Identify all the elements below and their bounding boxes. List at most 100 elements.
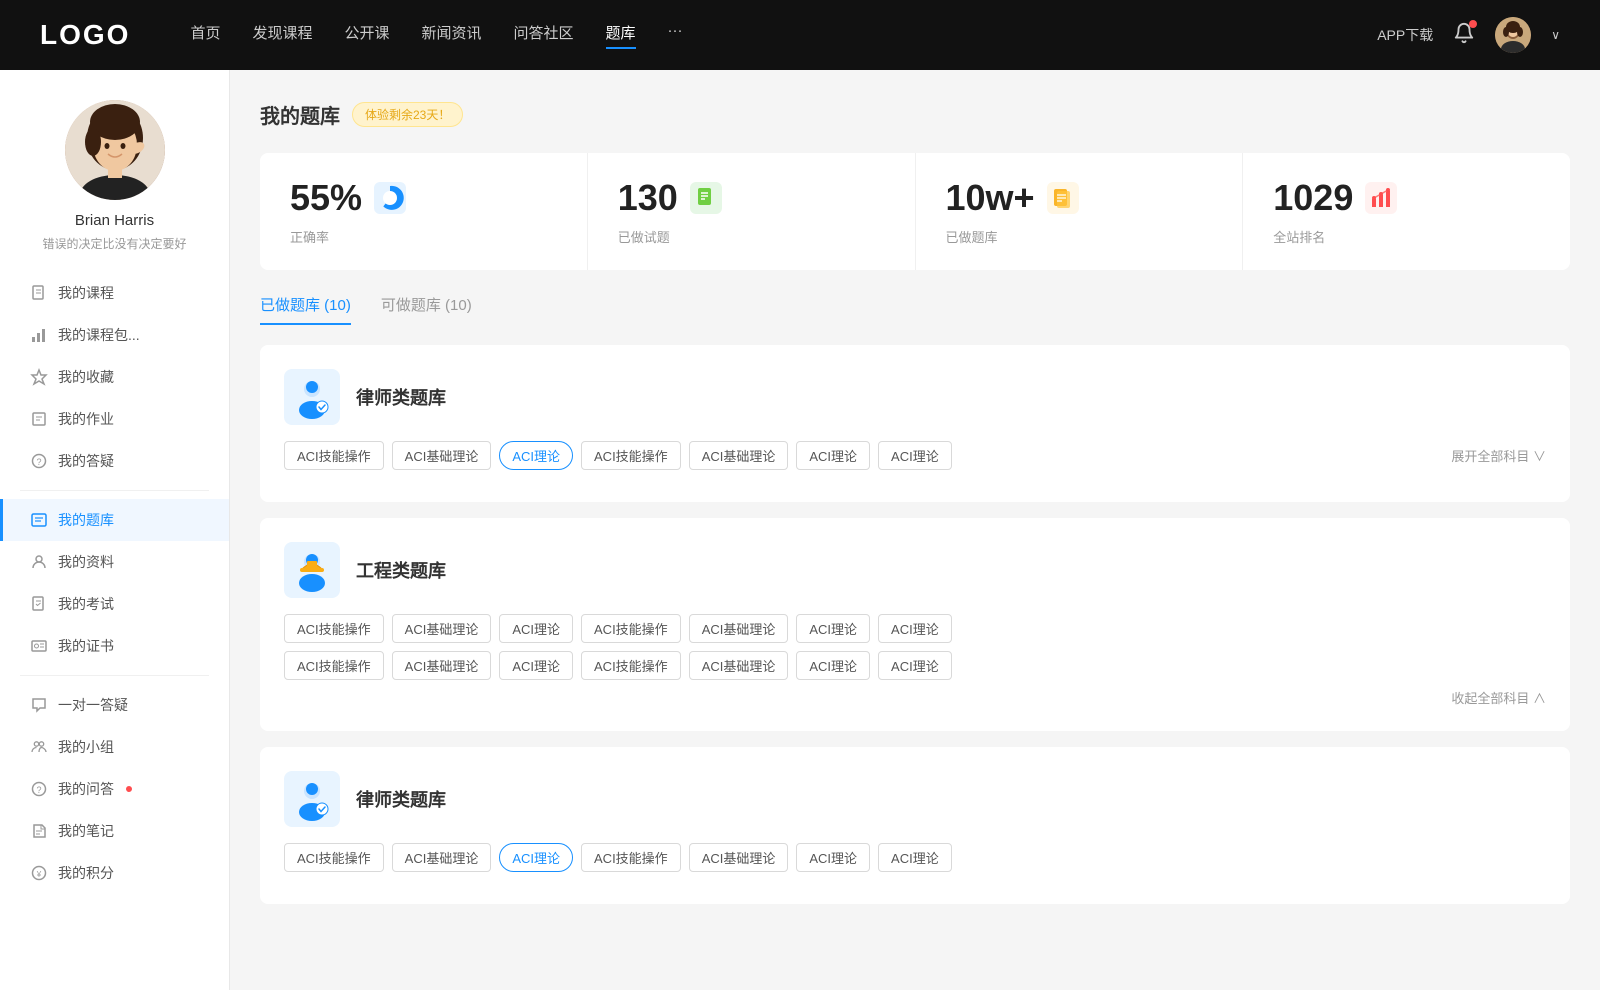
sidebar-item-my-points[interactable]: ¥ 我的积分 xyxy=(0,852,229,894)
sidebar-item-course-package[interactable]: 我的课程包... xyxy=(0,314,229,356)
sidebar-item-my-collection[interactable]: 我的收藏 xyxy=(0,356,229,398)
sidebar-item-my-notes[interactable]: 我的笔记 xyxy=(0,810,229,852)
sidebar-label-my-quiz: 我的题库 xyxy=(58,510,114,530)
nav-qa[interactable]: 问答社区 xyxy=(514,22,574,49)
header-right: APP下载 ∨ xyxy=(1377,17,1560,53)
points-icon: ¥ xyxy=(30,864,48,882)
bank-3-tag-0[interactable]: ACI技能操作 xyxy=(284,843,384,872)
bank-1-expand[interactable]: 展开全部科目 ∨ xyxy=(1451,446,1546,465)
sidebar-label-course-package: 我的课程包... xyxy=(58,325,140,345)
bank-2-tags-row-2: ACI技能操作 ACI基础理论 ACI理论 ACI技能操作 ACI基础理论 AC… xyxy=(284,651,1546,680)
bank-2-row2-tag-2[interactable]: ACI理论 xyxy=(499,651,573,680)
notification-bell[interactable] xyxy=(1453,22,1475,49)
bank-3-tag-5[interactable]: ACI理论 xyxy=(796,843,870,872)
nav-opencourse[interactable]: 公开课 xyxy=(344,22,389,49)
app-download-button[interactable]: APP下载 xyxy=(1377,25,1433,45)
sidebar-label-my-points: 我的积分 xyxy=(58,863,114,883)
bank-3-tag-1[interactable]: ACI基础理论 xyxy=(392,843,492,872)
bank-1-tag-0[interactable]: ACI技能操作 xyxy=(284,441,384,470)
bank-1-tag-1[interactable]: ACI基础理论 xyxy=(392,441,492,470)
question-circle-icon: ? xyxy=(30,452,48,470)
page-header: 我的题库 体验剩余23天！ xyxy=(260,100,1570,129)
bank-2-tags-row-1: ACI技能操作 ACI基础理论 ACI理论 ACI技能操作 ACI基础理论 AC… xyxy=(284,614,1546,643)
bank-2-tag-1[interactable]: ACI基础理论 xyxy=(392,614,492,643)
accuracy-pie-icon xyxy=(374,182,406,214)
notification-dot xyxy=(1469,20,1477,28)
tab-done-banks[interactable]: 已做题库 (10) xyxy=(260,294,351,325)
sidebar-item-my-qa[interactable]: ? 我的答疑 xyxy=(0,440,229,482)
stat-ranking-number: 1029 xyxy=(1273,177,1353,219)
sidebar: Brian Harris 错误的决定比没有决定要好 我的课程 我的课程包... xyxy=(0,70,230,990)
trial-badge: 体验剩余23天！ xyxy=(352,102,463,127)
page-title: 我的题库 xyxy=(260,100,340,129)
bank-2-row2-tag-5[interactable]: ACI理论 xyxy=(796,651,870,680)
bank-3-tag-6[interactable]: ACI理论 xyxy=(878,843,952,872)
user-dropdown-arrow[interactable]: ∨ xyxy=(1551,28,1560,42)
header: LOGO 首页 发现课程 公开课 新闻资讯 问答社区 题库 ··· APP下载 xyxy=(0,0,1600,70)
sidebar-item-my-group[interactable]: 我的小组 xyxy=(0,726,229,768)
bank-2-tags-2: ACI技能操作 ACI基础理论 ACI理论 ACI技能操作 ACI基础理论 AC… xyxy=(284,651,952,680)
bank-2-tag-5[interactable]: ACI理论 xyxy=(796,614,870,643)
tab-available-banks[interactable]: 可做题库 (10) xyxy=(381,294,472,325)
stat-done-label: 已做试题 xyxy=(618,227,885,246)
bank-2-tag-6[interactable]: ACI理论 xyxy=(878,614,952,643)
sidebar-item-my-question[interactable]: ? 我的问答 xyxy=(0,768,229,810)
bank-2-row2-tag-0[interactable]: ACI技能操作 xyxy=(284,651,384,680)
bank-2-tag-2[interactable]: ACI理论 xyxy=(499,614,573,643)
banks-doc-icon xyxy=(1047,182,1079,214)
logo: LOGO xyxy=(40,19,130,51)
bank-2-collapse[interactable]: 收起全部科目 ∧ xyxy=(284,688,1546,707)
sidebar-item-my-exam[interactable]: 我的考试 xyxy=(0,583,229,625)
bank-card-lawyer-1: 律师类题库 ACI技能操作 ACI基础理论 ACI理论 ACI技能操作 ACI基… xyxy=(260,345,1570,502)
user-avatar[interactable] xyxy=(1495,17,1531,53)
bank-2-tag-0[interactable]: ACI技能操作 xyxy=(284,614,384,643)
sidebar-item-my-course[interactable]: 我的课程 xyxy=(0,272,229,314)
nav-news[interactable]: 新闻资讯 xyxy=(422,22,482,49)
bank-card-2-header: 工程类题库 xyxy=(284,542,1546,598)
lawyer-icon-1 xyxy=(284,369,340,425)
bank-1-tag-3[interactable]: ACI技能操作 xyxy=(581,441,681,470)
nav-home[interactable]: 首页 xyxy=(190,22,220,49)
bank-2-tag-4[interactable]: ACI基础理论 xyxy=(689,614,789,643)
nav-more[interactable]: ··· xyxy=(668,22,683,49)
bank-3-tag-3[interactable]: ACI技能操作 xyxy=(581,843,681,872)
bank-2-row2-tag-4[interactable]: ACI基础理论 xyxy=(689,651,789,680)
nav-quiz[interactable]: 题库 xyxy=(606,22,636,49)
sidebar-item-my-cert[interactable]: 我的证书 xyxy=(0,625,229,667)
lawyer-icon-2 xyxy=(284,771,340,827)
stat-accuracy: 55% 正确率 xyxy=(260,153,588,270)
sidebar-item-my-profile[interactable]: 我的资料 xyxy=(0,541,229,583)
profile-avatar xyxy=(65,100,165,200)
bank-card-1-header: 律师类题库 xyxy=(284,369,1546,425)
ranking-chart-icon xyxy=(1365,182,1397,214)
nav-discover[interactable]: 发现课程 xyxy=(252,22,312,49)
bank-1-tag-2[interactable]: ACI理论 xyxy=(499,441,573,470)
divider-1 xyxy=(20,490,209,491)
bank-3-tag-4[interactable]: ACI基础理论 xyxy=(689,843,789,872)
bank-1-tag-5[interactable]: ACI理论 xyxy=(796,441,870,470)
bank-3-tag-2[interactable]: ACI理论 xyxy=(499,843,573,872)
divider-2 xyxy=(20,675,209,676)
bank-2-row2-tag-1[interactable]: ACI基础理论 xyxy=(392,651,492,680)
sidebar-label-my-notes: 我的笔记 xyxy=(58,821,114,841)
bank-2-row2-tag-3[interactable]: ACI技能操作 xyxy=(581,651,681,680)
bank-1-tag-6[interactable]: ACI理论 xyxy=(878,441,952,470)
bank-card-3-header: 律师类题库 xyxy=(284,771,1546,827)
bank-1-tag-4[interactable]: ACI基础理论 xyxy=(689,441,789,470)
bank-card-lawyer-2: 律师类题库 ACI技能操作 ACI基础理论 ACI理论 ACI技能操作 ACI基… xyxy=(260,747,1570,904)
bank-2-tags-1: ACI技能操作 ACI基础理论 ACI理论 ACI技能操作 ACI基础理论 AC… xyxy=(284,614,952,643)
sidebar-item-one-on-one[interactable]: 一对一答疑 xyxy=(0,684,229,726)
stat-ranking: 1029 全站排名 xyxy=(1243,153,1570,270)
bank-2-row2-tag-6[interactable]: ACI理论 xyxy=(878,651,952,680)
stat-banks-label: 已做题库 xyxy=(946,227,1213,246)
bank-3-tags-row: ACI技能操作 ACI基础理论 ACI理论 ACI技能操作 ACI基础理论 AC… xyxy=(284,843,1546,872)
sidebar-label-my-cert: 我的证书 xyxy=(58,636,114,656)
quiz-icon xyxy=(30,511,48,529)
sidebar-label-my-collection: 我的收藏 xyxy=(58,367,114,387)
profile-icon xyxy=(30,553,48,571)
sidebar-item-my-quiz[interactable]: 我的题库 xyxy=(0,499,229,541)
stat-done-number: 130 xyxy=(618,177,678,219)
q-icon: ? xyxy=(30,780,48,798)
bank-2-tag-3[interactable]: ACI技能操作 xyxy=(581,614,681,643)
sidebar-item-my-homework[interactable]: 我的作业 xyxy=(0,398,229,440)
